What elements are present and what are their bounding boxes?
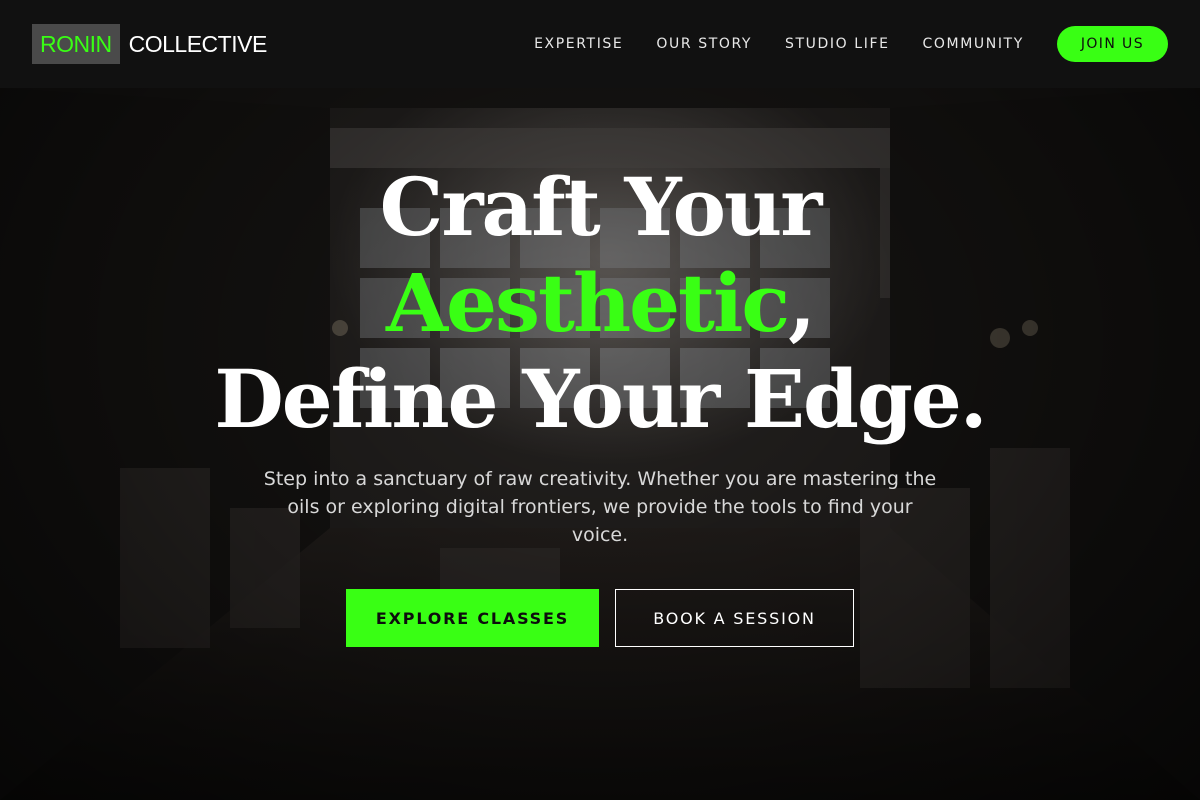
nav-link-community[interactable]: COMMUNITY bbox=[923, 36, 1024, 52]
headline-line-1: Craft Your bbox=[379, 160, 823, 254]
join-us-button[interactable]: JOIN US bbox=[1056, 26, 1168, 62]
headline-comma: , bbox=[788, 256, 816, 350]
brand-logo[interactable]: RONIN COLLECTIVE bbox=[32, 24, 267, 64]
nav-link-our-story[interactable]: OUR STORY bbox=[656, 36, 752, 52]
book-session-button[interactable]: BOOK A SESSION bbox=[615, 589, 854, 647]
headline-line-2: Aesthetic, bbox=[0, 256, 1200, 350]
main-nav: EXPERTISE OUR STORY STUDIO LIFE COMMUNIT… bbox=[534, 26, 1168, 62]
top-navigation-bar: RONIN COLLECTIVE EXPERTISE OUR STORY STU… bbox=[0, 0, 1200, 88]
logo-text: COLLECTIVE bbox=[128, 30, 268, 57]
headline-accent-word: Aesthetic bbox=[386, 256, 790, 350]
nav-link-expertise[interactable]: EXPERTISE bbox=[534, 36, 623, 52]
headline-line-3: Define Your Edge. bbox=[214, 352, 987, 446]
nav-link-studio-life[interactable]: STUDIO LIFE bbox=[785, 36, 890, 52]
hero-description: Step into a sanctuary of raw creativity.… bbox=[263, 468, 937, 546]
explore-classes-button[interactable]: EXPLORE CLASSES bbox=[346, 589, 599, 647]
logo-highlight: RONIN bbox=[32, 24, 120, 64]
